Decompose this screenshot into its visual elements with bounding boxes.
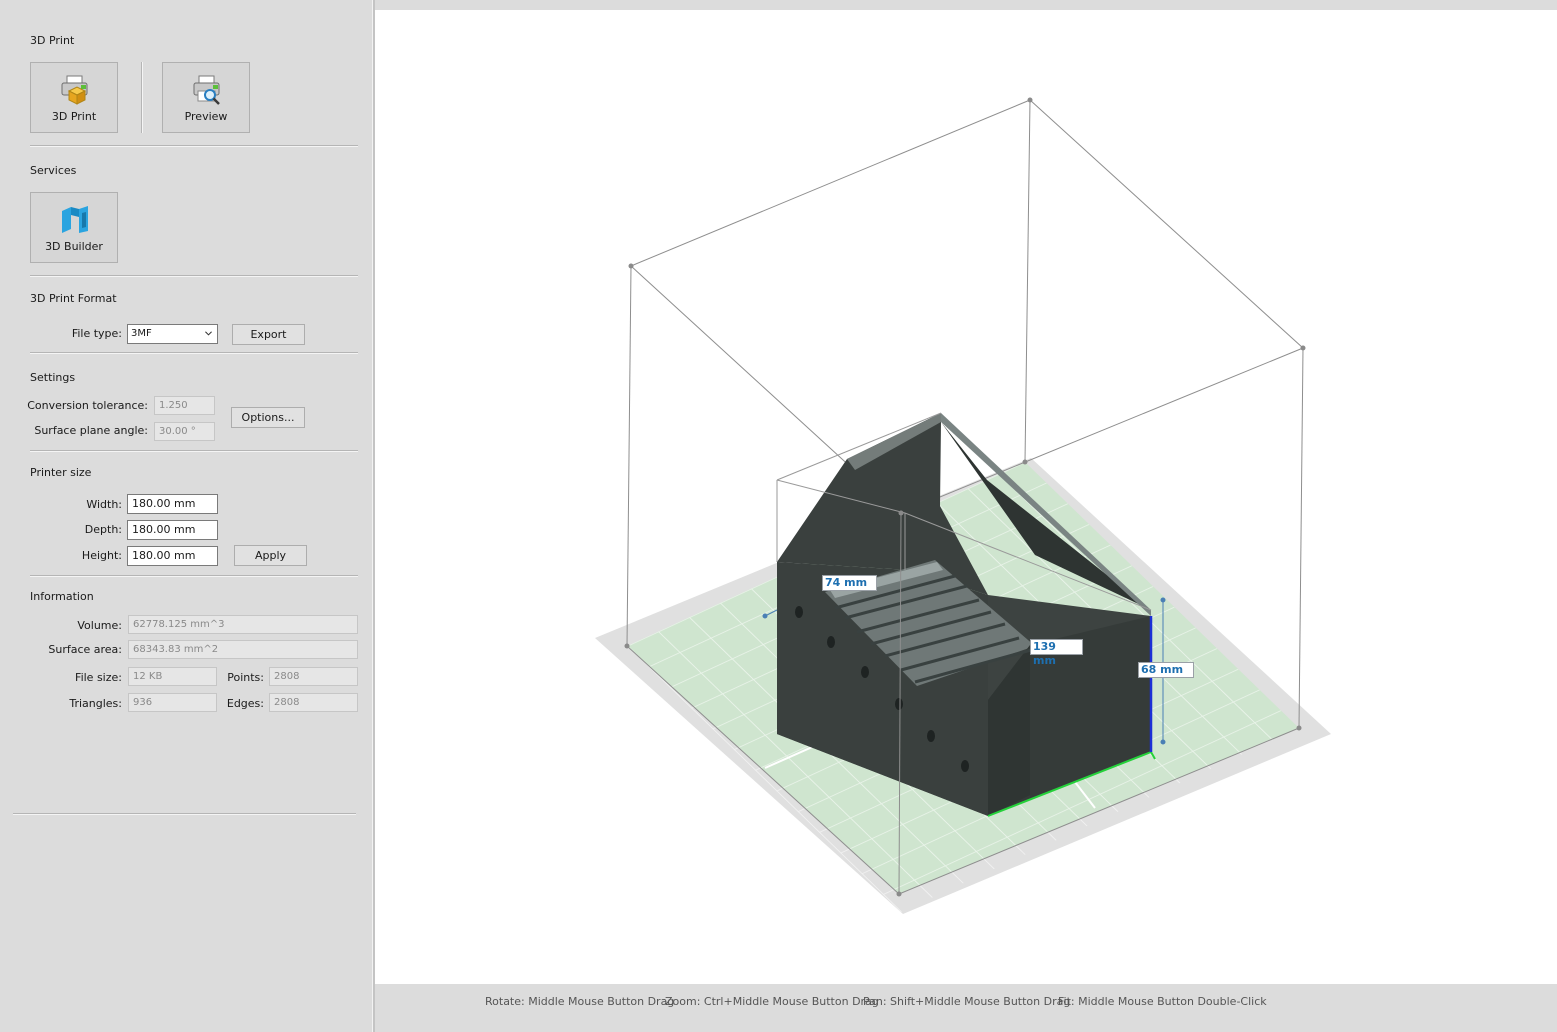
- file-type-value: 3MF: [131, 328, 152, 339]
- hint-rotate: Rotate: Middle Mouse Button Drag: [485, 995, 675, 1008]
- section-title-services: Services: [30, 164, 77, 177]
- section-title-settings: Settings: [30, 371, 76, 384]
- file-size-field: 12 KB: [128, 667, 217, 686]
- points-label: Points:: [227, 671, 264, 684]
- divider: [30, 575, 358, 577]
- height-input[interactable]: 180.00 mm: [127, 546, 218, 566]
- edges-label: Edges:: [226, 697, 264, 710]
- depth-label: Depth:: [84, 523, 122, 536]
- preview-button-label: Preview: [184, 110, 228, 123]
- 3d-builder-button-label: 3D Builder: [45, 240, 103, 253]
- 3d-model: [777, 413, 1156, 817]
- divider: [30, 145, 358, 147]
- surface-area-label: Surface area:: [48, 643, 122, 656]
- printer-preview-icon: [193, 75, 220, 105]
- width-input[interactable]: 180.00 mm: [127, 494, 218, 514]
- section-title-printer-size: Printer size: [30, 466, 92, 479]
- apply-button[interactable]: Apply: [234, 545, 307, 566]
- divider: [30, 352, 358, 354]
- section-title-information: Information: [30, 590, 94, 603]
- hint-zoom: Zoom: Ctrl+Middle Mouse Button Drag: [665, 995, 879, 1008]
- file-type-label: File type:: [71, 327, 122, 340]
- width-label: Width:: [86, 498, 122, 511]
- divider: [13, 813, 356, 815]
- section-title-3d-print-format: 3D Print Format: [30, 292, 117, 305]
- file-size-label: File size:: [75, 671, 122, 684]
- builder-3d-icon: [62, 206, 88, 233]
- scene-canvas: [595, 97, 1331, 914]
- conversion-tolerance-field: 1.250: [154, 396, 215, 415]
- side-panel: 3D Print 3D Print Preview Services 3D Bu…: [0, 0, 372, 1032]
- hint-fit: Fit: Middle Mouse Button Double-Click: [1058, 995, 1267, 1008]
- dimension-label-depth: 139 mm: [1030, 639, 1083, 667]
- surface-plane-angle-field: 30.00 °: [154, 422, 215, 441]
- edges-field: 2808: [269, 693, 358, 712]
- 3d-viewport[interactable]: 74 mm 139 mm 68 mm: [375, 10, 1557, 984]
- divider: [30, 275, 358, 277]
- volume-field: 62778.125 mm^3: [128, 615, 358, 634]
- volume-label: Volume:: [77, 619, 122, 632]
- height-label: Height:: [81, 549, 122, 562]
- dimension-label-width: 74 mm: [822, 575, 877, 591]
- button-divider: [141, 62, 143, 133]
- status-bar: Rotate: Middle Mouse Button Drag Zoom: C…: [375, 984, 1557, 1032]
- options-button[interactable]: Options...: [231, 407, 305, 428]
- points-field: 2808: [269, 667, 358, 686]
- divider: [30, 450, 358, 452]
- surface-area-field: 68343.83 mm^2: [128, 640, 358, 659]
- printer-3d-icon: [61, 75, 88, 105]
- depth-input[interactable]: 180.00 mm: [127, 520, 218, 540]
- 3d-print-button-label: 3D Print: [51, 110, 97, 123]
- hint-pan: Pan: Shift+Middle Mouse Button Drag: [863, 995, 1071, 1008]
- triangles-field: 936: [128, 693, 217, 712]
- preview-button[interactable]: Preview: [162, 62, 250, 133]
- section-title-3d-print: 3D Print: [30, 34, 75, 47]
- dimension-label-height: 68 mm: [1138, 662, 1194, 678]
- export-button[interactable]: Export: [232, 324, 305, 345]
- conversion-tolerance-label: Conversion tolerance:: [27, 399, 148, 412]
- 3d-print-button[interactable]: 3D Print: [30, 62, 118, 133]
- file-type-select[interactable]: 3MF: [127, 324, 218, 344]
- 3d-builder-button[interactable]: 3D Builder: [30, 192, 118, 263]
- chevron-down-icon: [205, 331, 212, 336]
- surface-plane-angle-label: Surface plane angle:: [34, 424, 148, 437]
- triangles-label: Triangles:: [69, 697, 122, 710]
